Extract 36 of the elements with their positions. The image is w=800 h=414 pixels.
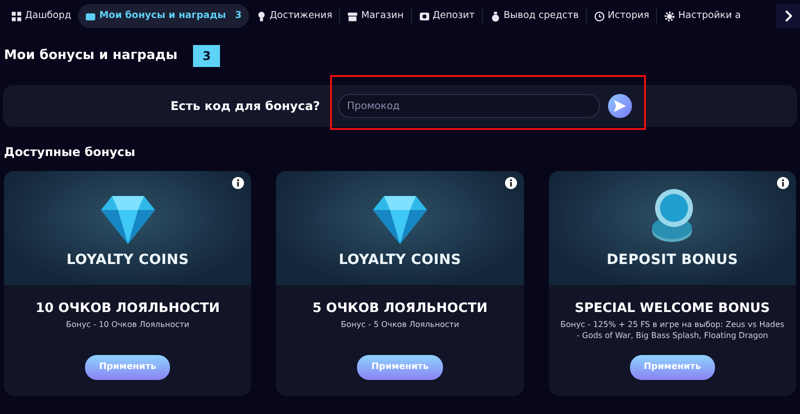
page-title: Мои бонусы и награды: [4, 47, 178, 66]
banner-title: LOYALTY COINS: [338, 251, 462, 270]
clock-icon: [594, 10, 605, 22]
bag-icon: [490, 10, 501, 22]
nav-tab[interactable]: Достижения: [248, 4, 340, 28]
diamond-drawing: [100, 194, 156, 246]
medal-icon: [256, 10, 267, 22]
nav-tab[interactable]: Магазин: [340, 4, 411, 28]
scroll-right-icon: [776, 4, 800, 28]
nav-tab[interactable]: История: [586, 4, 656, 28]
bonus-title: 5 ОЧКОВ ЛОЯЛЬНОСТИ: [312, 300, 488, 318]
promo-label: Есть код для бонуса?: [169, 98, 321, 115]
settings-icon: [664, 10, 676, 22]
nav-tab[interactable]: Депозит: [412, 4, 482, 28]
banner-title: LOYALTY COINS: [66, 251, 189, 270]
promo-code-field[interactable]: Промокод: [338, 94, 600, 118]
nav-tab[interactable]: Дашборд: [4, 4, 78, 28]
nav-tab[interactable]: Мои бонусы и награды 3: [78, 4, 249, 28]
bonus-title: SPECIAL WELCOME BONUS: [574, 300, 770, 318]
info-icon[interactable]: [504, 177, 517, 189]
nav-tab[interactable]: Настройки а: [657, 4, 748, 28]
send-button[interactable]: [608, 94, 632, 118]
safe-icon: [418, 10, 430, 22]
bonus-description: Бонус - 125% + 25 FS в игре на выбор: Zeus vs Hades - Gods of War, Big Bass Splash, Floating Dragon: [559, 318, 786, 342]
nav-tab[interactable]: Вывод средств: [482, 4, 586, 28]
section-title: Доступные бонусы: [3, 144, 136, 161]
grid-icon: [11, 10, 22, 22]
bonus-description: Бонус - 10 Очков Лояльности: [64, 318, 190, 330]
banner-title: DEPOSIT BONUS: [606, 251, 738, 270]
bonus-title: 10 ОЧКОВ ЛОЯЛЬНОСТИ: [36, 300, 220, 318]
info-icon[interactable]: [776, 177, 789, 189]
info-icon[interactable]: [232, 177, 244, 189]
bonus-description: Бонус - 5 Очков Лояльности: [340, 318, 460, 330]
send-icon: [613, 99, 627, 113]
diamond-drawing: [372, 194, 428, 246]
bonus-count: 3: [193, 45, 220, 67]
